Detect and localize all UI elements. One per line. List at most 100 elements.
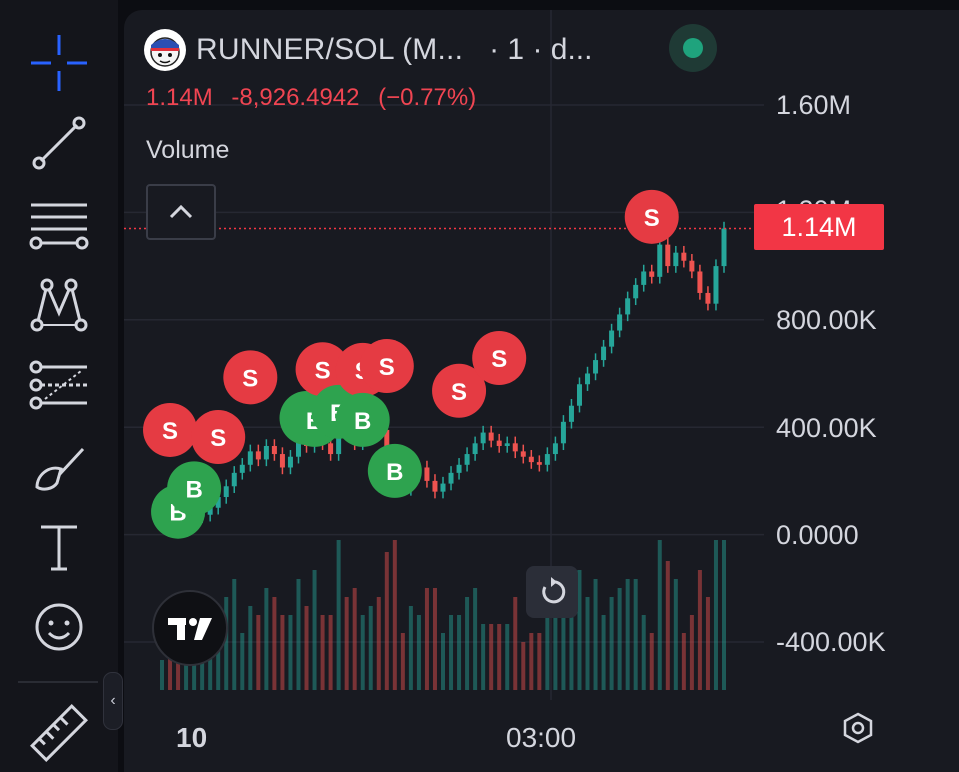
prediction-tool[interactable] (24, 350, 94, 420)
candle-body (472, 443, 478, 455)
marker-label: S (162, 418, 178, 445)
volume-bar (232, 579, 237, 690)
pattern-tool[interactable] (24, 270, 94, 340)
last-price-tag: 1.14M (754, 204, 884, 250)
candle-body (585, 373, 591, 385)
brush-icon (35, 447, 85, 491)
sell-marker: S (191, 410, 246, 465)
volume-bar (408, 606, 413, 690)
buy-marker: B (167, 461, 222, 516)
marker-label: S (644, 205, 660, 232)
reset-chart-button[interactable] (526, 566, 578, 618)
volume-bar (505, 624, 510, 690)
candle-body (488, 432, 494, 441)
volume-bar (722, 540, 726, 690)
trend-line-tool[interactable] (24, 108, 94, 178)
volume-bar (352, 588, 357, 690)
text-tool[interactable] (24, 512, 94, 582)
price-change-pct: (−0.77%) (378, 84, 477, 111)
y-axis-label: 1.60M (776, 90, 852, 120)
volume-bar (641, 615, 646, 690)
marker-label: S (315, 357, 331, 384)
volume-bar (240, 633, 245, 690)
volume-indicator-label[interactable]: Volume (146, 136, 229, 165)
price-plot[interactable]: BBSSSBBSBSBSBSSS (124, 10, 764, 700)
marker-label: B (354, 408, 371, 435)
market-status-button[interactable] (669, 24, 717, 72)
symbol-title[interactable]: RUNNER/SOL (M... (196, 33, 463, 67)
price-change: -8,926.4942 (231, 84, 360, 111)
volume-bar (248, 606, 253, 690)
candle-body (247, 451, 253, 465)
candle-body (568, 405, 574, 422)
volume-bar (368, 606, 373, 690)
token-logo-icon (144, 29, 186, 71)
candle-body (263, 445, 269, 460)
y-axis-label: 400.00K (776, 413, 877, 443)
candle-body (657, 244, 663, 277)
crosshair-icon (31, 35, 87, 91)
crosshair-tool[interactable] (24, 28, 94, 98)
volume-bar (328, 615, 333, 690)
candle-body (593, 360, 599, 374)
volume-bar (585, 597, 590, 690)
emoji-tool[interactable] (24, 592, 94, 662)
text-icon (41, 525, 77, 571)
candle-body (705, 292, 711, 304)
interval-label[interactable]: · 1 · d... (489, 33, 592, 67)
volume-bar (673, 579, 678, 690)
candle-body (432, 480, 438, 492)
collapse-legend-button[interactable] (146, 184, 216, 240)
volume-bar (400, 633, 405, 690)
candle-body (681, 252, 687, 261)
y-axis-label: 800.00K (776, 305, 877, 335)
chart-settings-button[interactable] (836, 706, 880, 750)
brush-tool[interactable] (24, 432, 94, 502)
volume-bar (497, 624, 502, 690)
volume-bar (296, 579, 301, 690)
trend-line-icon (32, 116, 86, 170)
candle-body (576, 384, 582, 406)
volume-bar (449, 615, 454, 690)
candle-body (271, 445, 277, 455)
fib-tool[interactable] (24, 190, 94, 260)
buy-marker: B (367, 443, 422, 498)
volume-bar (521, 642, 526, 690)
marker-label: B (386, 459, 403, 486)
candle-body (456, 464, 462, 473)
settings-hexagon-icon (843, 712, 873, 744)
candle-body (255, 451, 261, 460)
candle-body (520, 451, 526, 457)
volume-bar (280, 615, 285, 690)
candle-body (560, 421, 566, 444)
sell-marker: S (223, 350, 278, 405)
tradingview-logo[interactable] (152, 590, 228, 666)
y-axis-label: 0.0000 (776, 520, 859, 550)
sell-marker: S (143, 402, 198, 457)
candle-body (552, 443, 558, 455)
candle-body (625, 298, 631, 315)
sell-marker: S (359, 339, 414, 394)
candle-body (440, 483, 446, 492)
candle-body (464, 454, 470, 465)
candle-body (633, 284, 639, 299)
legend-header[interactable]: RUNNER/SOL (M... · 1 · d... (144, 28, 592, 72)
toolbar-collapse-button[interactable]: ‹ (103, 672, 123, 730)
candle-body (713, 266, 719, 304)
pattern-icon (30, 278, 88, 332)
candle-body (448, 472, 454, 484)
market-open-dot-icon (683, 38, 703, 58)
candle-body (617, 314, 623, 331)
volume-bar (489, 624, 494, 690)
candle-body (496, 440, 502, 446)
volume-bar (376, 597, 381, 690)
time-axis[interactable]: 10 03:00 (124, 702, 959, 772)
toolbar-divider (18, 681, 98, 683)
y-axis-label: -400.00K (776, 627, 886, 657)
volume-bar (481, 624, 486, 690)
candle-body (536, 462, 542, 465)
volume-bar (473, 588, 478, 690)
volume-bar (360, 615, 365, 690)
volume-bar (689, 615, 694, 690)
ruler-tool[interactable] (24, 698, 94, 768)
